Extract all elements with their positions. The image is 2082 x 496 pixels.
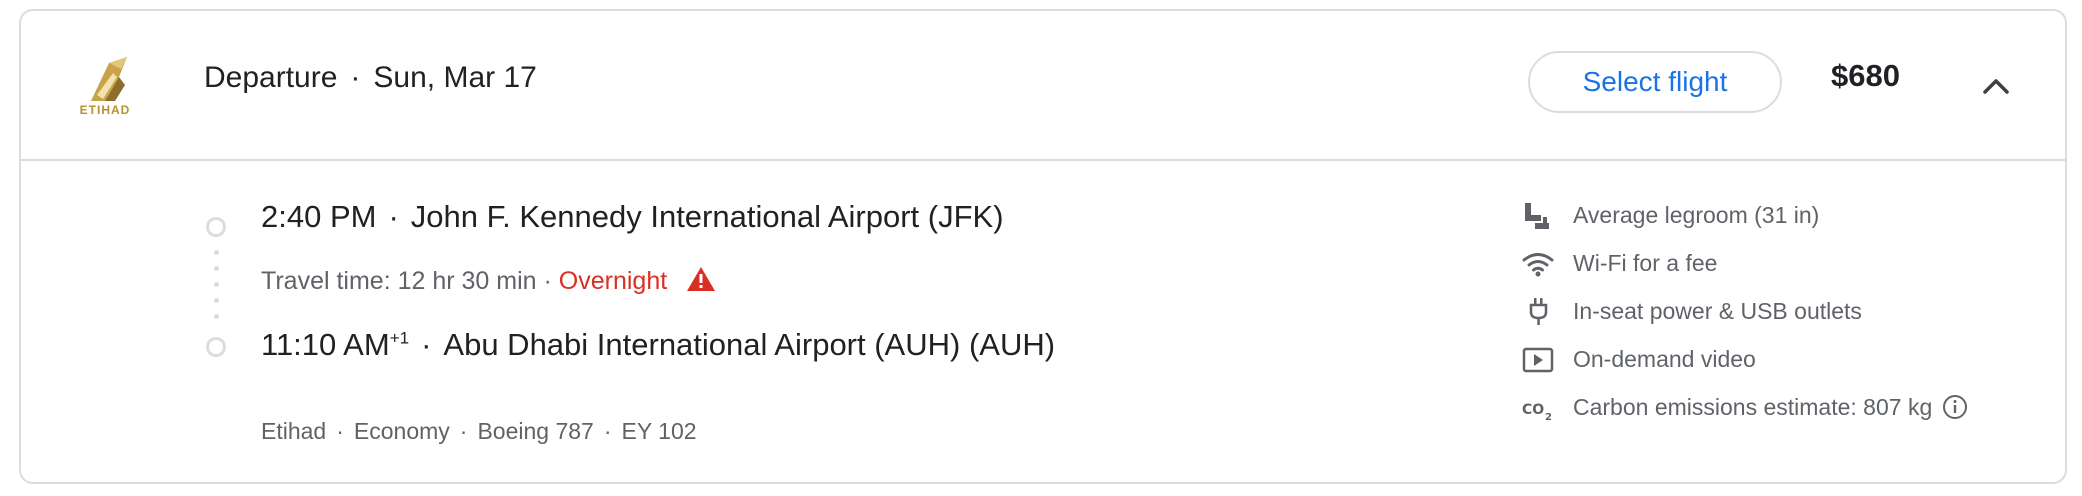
amenity-label: Carbon emissions estimate: 807 kg	[1573, 394, 1933, 420]
warning-icon	[687, 267, 716, 291]
flight-price: $680	[1831, 58, 1900, 93]
overnight-label: Overnight	[558, 267, 668, 295]
collapse-chevron-icon[interactable]	[1976, 66, 2016, 106]
cabin-class: Economy	[353, 418, 450, 444]
select-flight-button[interactable]: Select flight	[1528, 51, 1782, 113]
co2-icon: CO 2	[1522, 402, 1552, 423]
flight-card-header[interactable]: ETIHAD Departure · Sun, Mar 17 Select flig…	[21, 11, 2065, 161]
arrival-airport: Abu Dhabi International Airport (AUH) (A…	[443, 327, 1056, 362]
timeline-dot	[214, 250, 219, 255]
svg-text:2: 2	[1545, 412, 1552, 423]
info-icon[interactable]	[1942, 394, 1968, 420]
departure-date: Sun, Mar 17	[373, 61, 537, 94]
timeline-dot	[214, 314, 219, 319]
travel-time: Travel time: 12 hr 30 min	[261, 267, 537, 295]
arrival-day-offset: +1	[389, 328, 410, 348]
departure-row: 2:40 PM · John F. Kennedy International Ai…	[261, 199, 1004, 234]
aircraft-type: Boeing 787	[477, 418, 594, 444]
departure-airport: John F. Kennedy International Airport (J…	[410, 199, 1004, 234]
timeline-dot	[214, 266, 219, 271]
departure-heading: Departure · Sun, Mar 17	[204, 61, 537, 95]
video-icon	[1522, 347, 1554, 373]
timeline-dot	[214, 298, 219, 303]
airline-logo-text: ETIHAD	[79, 103, 131, 117]
amenity-emissions-text: Carbon emissions estimate: 807 kg	[1573, 394, 1968, 421]
departure-label: Departure	[204, 61, 338, 94]
airline-logo: ETIHAD	[69, 55, 141, 119]
airline-name: Etihad	[261, 418, 327, 444]
amenity-label: Average legroom (31 in)	[1573, 202, 1820, 228]
separator-dot: ·	[350, 61, 361, 94]
amenity-label: On-demand video	[1573, 346, 1756, 372]
travel-time-row: Travel time: 12 hr 30 min · Overnight	[261, 265, 716, 296]
seat-icon	[1525, 203, 1549, 229]
timeline-dot	[214, 282, 219, 287]
svg-text:CO: CO	[1522, 402, 1544, 418]
plug-icon	[1529, 298, 1548, 325]
departure-marker	[206, 217, 226, 237]
departure-time: 2:40 PM	[261, 199, 377, 234]
flight-number: EY 102	[621, 418, 697, 444]
arrival-time: 11:10 AM	[261, 327, 390, 362]
itinerary-timeline	[204, 207, 234, 377]
arrival-row: 11:10 AM+1 · Abu Dhabi International Airpo…	[261, 327, 1056, 362]
flight-details: Etihad · Economy · Boeing 787 · EY 102	[261, 418, 697, 444]
wifi-icon	[1522, 253, 1554, 277]
arrival-marker	[206, 337, 226, 357]
amenity-label: In-seat power & USB outlets	[1573, 298, 1862, 324]
flight-card: ETIHAD Departure · Sun, Mar 17 Select flig…	[19, 9, 2067, 484]
amenity-label: Wi-Fi for a fee	[1573, 250, 1718, 276]
